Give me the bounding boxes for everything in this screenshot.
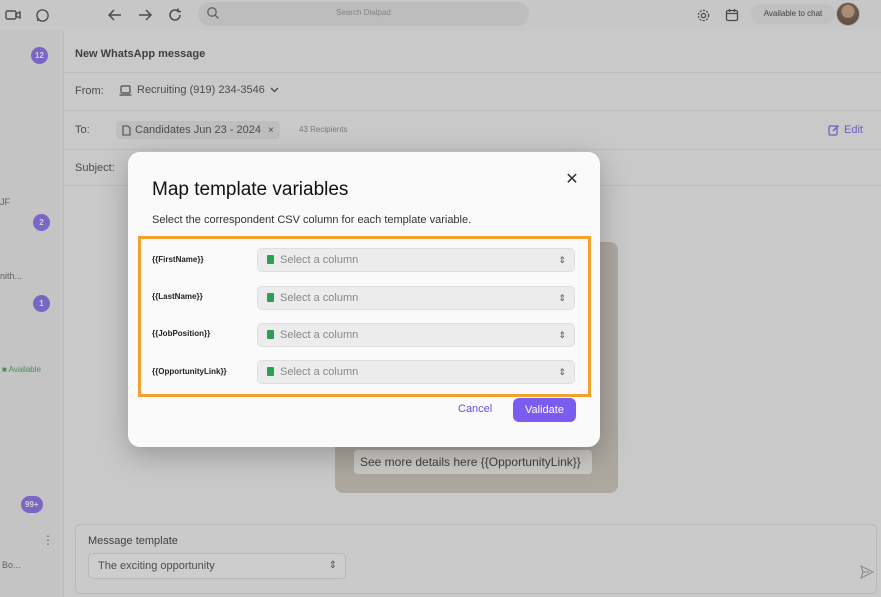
variable-label: {{OpportunityLink}} [152, 367, 227, 376]
select-updown-icon: ⇕ [558, 293, 566, 303]
variable-label: {{LastName}} [152, 292, 203, 301]
dialog-title: Map template variables [152, 179, 349, 200]
column-select-placeholder: Select a column [280, 254, 359, 266]
column-select-opportunitylink[interactable]: Select a column ⇕ [257, 360, 575, 384]
close-icon[interactable]: ✕ [562, 170, 582, 190]
spreadsheet-icon [267, 255, 274, 264]
select-updown-icon: ⇕ [558, 330, 566, 340]
select-updown-icon: ⇕ [558, 367, 566, 377]
spreadsheet-icon [267, 367, 274, 376]
column-select-placeholder: Select a column [280, 366, 359, 378]
map-variables-dialog: Map template variables ✕ Select the corr… [128, 152, 600, 447]
cancel-button[interactable]: Cancel [458, 403, 492, 415]
column-select-placeholder: Select a column [280, 329, 359, 341]
spreadsheet-icon [267, 293, 274, 302]
column-select-firstname[interactable]: Select a column ⇕ [257, 248, 575, 272]
column-select-lastname[interactable]: Select a column ⇕ [257, 286, 575, 310]
column-select-jobposition[interactable]: Select a column ⇕ [257, 323, 575, 347]
validate-button[interactable]: Validate [513, 398, 576, 422]
dialog-subtitle: Select the correspondent CSV column for … [152, 214, 472, 226]
variable-label: {{JobPosition}} [152, 329, 211, 338]
select-updown-icon: ⇕ [558, 255, 566, 265]
variable-label: {{FirstName}} [152, 255, 204, 264]
column-select-placeholder: Select a column [280, 292, 359, 304]
spreadsheet-icon [267, 330, 274, 339]
